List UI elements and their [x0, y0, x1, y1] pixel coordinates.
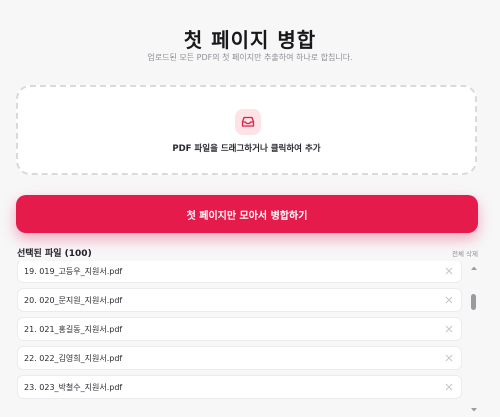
remove-file-icon[interactable]: [443, 265, 455, 277]
tray-icon: [235, 109, 261, 135]
file-name: 23. 023_박철수_지원서.pdf: [24, 383, 123, 392]
pdf-dropzone[interactable]: PDF 파일을 드래그하거나 클릭하여 추가: [16, 85, 477, 175]
selected-files-title: 선택된 파일 (100): [17, 249, 92, 259]
remove-file-icon[interactable]: [443, 352, 455, 364]
merge-first-pages-button[interactable]: 첫 페이지만 모아서 병합하기: [16, 195, 478, 233]
page-subtitle: 업로드된 모든 PDF의 첫 페이지만 추출하여 하나로 합칩니다.: [147, 53, 353, 62]
file-list-item[interactable]: 21. 021_홍길동_지원서.pdf: [17, 317, 462, 341]
scrollbar-thumb[interactable]: [471, 294, 476, 310]
file-list-item[interactable]: 20. 020_문지원_지원서.pdf: [17, 288, 462, 312]
file-list-item[interactable]: 22. 022_김영희_지원서.pdf: [17, 346, 462, 370]
dropzone-label: PDF 파일을 드래그하거나 클릭하여 추가: [172, 144, 321, 154]
clear-all-button[interactable]: 전체 삭제: [452, 248, 478, 258]
remove-file-icon[interactable]: [443, 381, 455, 393]
file-name: 21. 021_홍길동_지원서.pdf: [24, 325, 123, 334]
page-title: 첫 페이지 병합: [183, 28, 317, 52]
file-name: 22. 022_김영희_지원서.pdf: [24, 354, 123, 363]
file-list[interactable]: 19. 019_고등우_지원서.pdf 20. 020_문지원_지원서.pdf …: [0, 261, 500, 417]
file-list-item[interactable]: 23. 023_박철수_지원서.pdf: [17, 375, 462, 399]
file-name: 19. 019_고등우_지원서.pdf: [24, 267, 123, 276]
scroll-down-icon[interactable]: [469, 406, 479, 414]
remove-file-icon[interactable]: [443, 323, 455, 335]
file-list-item[interactable]: 19. 019_고등우_지원서.pdf: [17, 261, 462, 283]
scroll-up-icon[interactable]: [469, 264, 479, 272]
remove-file-icon[interactable]: [443, 294, 455, 306]
file-name: 20. 020_문지원_지원서.pdf: [24, 296, 123, 305]
